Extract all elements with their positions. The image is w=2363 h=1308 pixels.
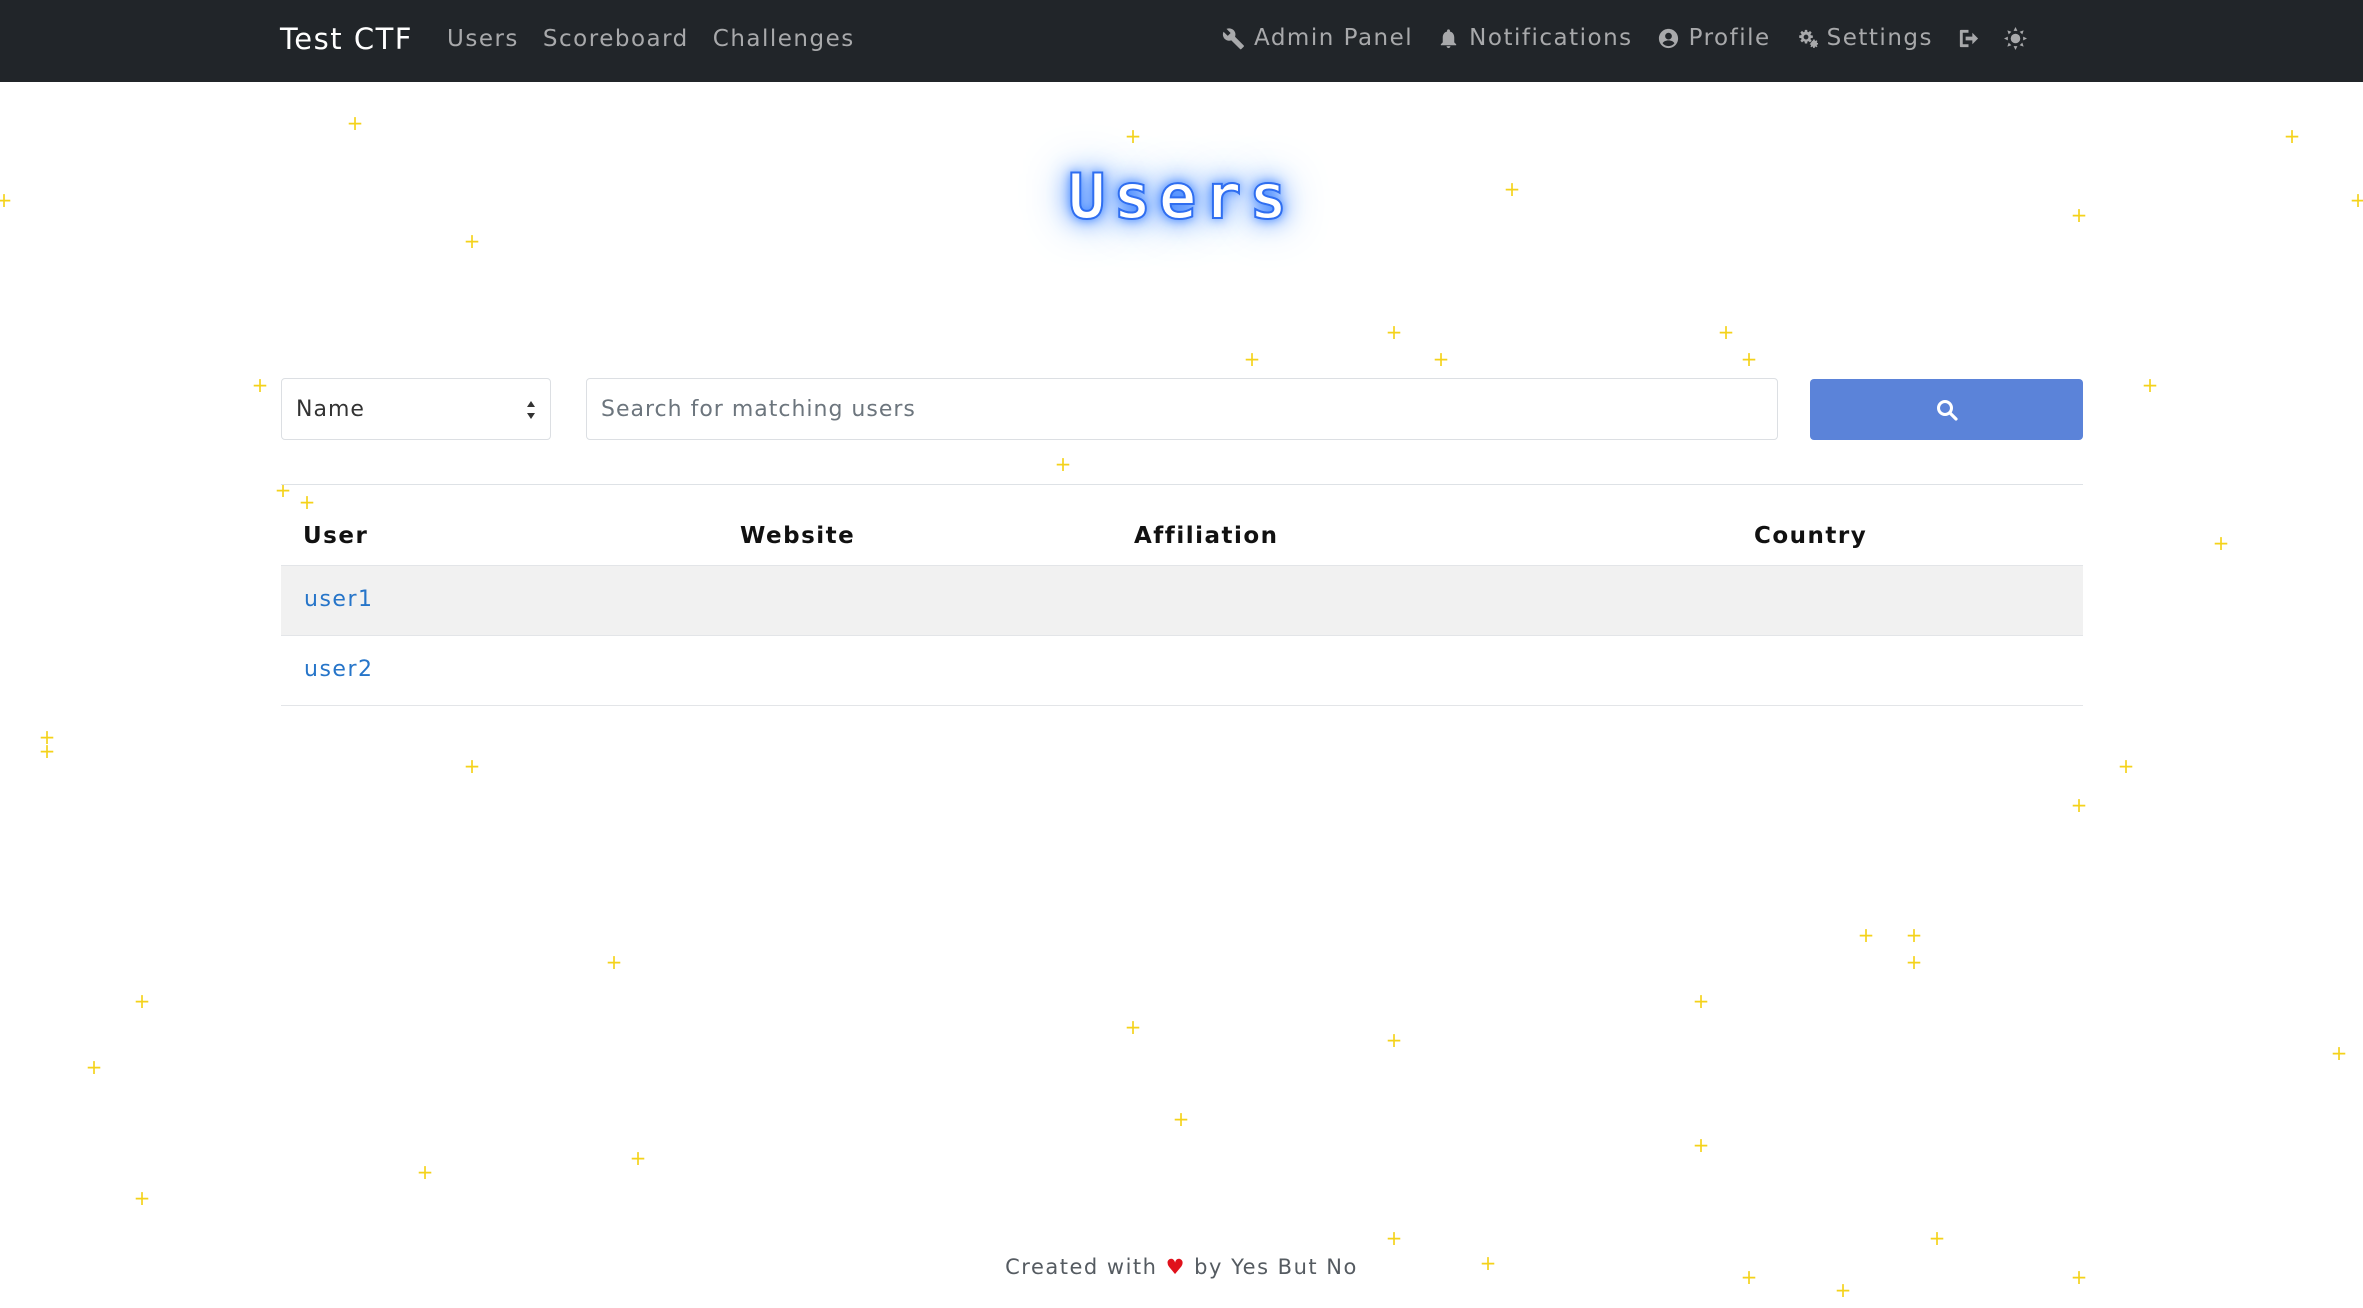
nav-profile-label: Profile <box>1688 25 1771 51</box>
footer-prefix: Created with <box>1005 1255 1158 1279</box>
sparkle-icon: + <box>629 1146 647 1170</box>
sparkle-icon: + <box>1385 1028 1403 1052</box>
sort-caret-icon <box>526 397 536 423</box>
sparkle-icon: + <box>346 111 364 135</box>
nav-notifications-link[interactable]: Notifications <box>1437 25 1632 51</box>
search-input[interactable] <box>586 378 1778 440</box>
sparkle-icon: + <box>1905 923 1923 947</box>
user-link[interactable]: user1 <box>304 587 373 612</box>
sparkle-icon: + <box>2070 793 2088 817</box>
sparkle-icon: + <box>1124 124 1142 148</box>
brand-link[interactable]: Test CTF <box>280 22 413 56</box>
sparkle-icon: + <box>1928 1226 1946 1250</box>
table-row: user1 <box>281 565 2083 635</box>
table-row: user2 <box>281 635 2083 706</box>
user-circle-icon <box>1658 28 1678 48</box>
logout-button[interactable] <box>1957 27 1980 50</box>
sparkle-icon: + <box>38 739 56 763</box>
nav-admin-panel-label: Admin Panel <box>1254 25 1414 51</box>
sparkle-icon: + <box>2283 124 2301 148</box>
header-affiliation: Affiliation <box>1134 523 1279 549</box>
search-field-select[interactable]: Name <box>281 378 551 440</box>
sparkle-icon: + <box>1740 347 1758 371</box>
secondary-nav: Admin Panel Notifications Profile Settin… <box>1222 25 2027 51</box>
footer-suffix: by Yes But No <box>1194 1255 1358 1279</box>
footer-credit: Created with ♥ by Yes But No <box>0 1255 2363 1279</box>
cogs-icon <box>1798 29 1818 48</box>
nav-settings-link[interactable]: Settings <box>1795 25 1933 51</box>
sparkle-icon: + <box>416 1160 434 1184</box>
sun-icon <box>2003 26 2027 50</box>
sparkle-icon: + <box>463 754 481 778</box>
users-table: User Website Affiliation Country user1 u… <box>281 484 2083 706</box>
sign-out-icon <box>1959 29 1979 47</box>
sparkle-icon: + <box>1692 1133 1710 1157</box>
wrench-icon <box>1222 27 1244 49</box>
sparkle-icon: + <box>1857 923 1875 947</box>
sparkle-icon: + <box>1834 1278 1852 1302</box>
sparkle-icon: + <box>2117 754 2135 778</box>
sparkle-icon: + <box>85 1055 103 1079</box>
nav-scoreboard-link[interactable]: Scoreboard <box>543 26 689 52</box>
nav-settings-label: Settings <box>1826 25 1933 51</box>
user-link[interactable]: user2 <box>304 657 373 682</box>
page-title: Users <box>1067 159 1295 234</box>
sparkle-icon: + <box>1243 347 1261 371</box>
sparkle-icon: + <box>133 989 151 1013</box>
sparkle-icon: + <box>133 1186 151 1210</box>
bell-icon <box>1441 28 1457 48</box>
theme-toggle-button[interactable] <box>2003 26 2027 50</box>
sparkle-icon: + <box>1124 1015 1142 1039</box>
sparkle-icon: + <box>1717 320 1735 344</box>
search-field-selected-value: Name <box>296 396 365 422</box>
sparkle-icon: + <box>251 373 269 397</box>
sparkle-icon: + <box>1054 452 1072 476</box>
sparkle-icon: + <box>1385 1226 1403 1250</box>
sparkle-icon: + <box>605 950 623 974</box>
nav-admin-panel-link[interactable]: Admin Panel <box>1222 25 1413 51</box>
search-button[interactable] <box>1810 379 2083 440</box>
header-user: User <box>303 523 369 549</box>
nav-challenges-link[interactable]: Challenges <box>713 26 855 52</box>
sparkle-icon: + <box>463 229 481 253</box>
nav-users-link[interactable]: Users <box>447 26 519 52</box>
table-header: User Website Affiliation Country <box>281 485 2083 565</box>
nav-profile-link[interactable]: Profile <box>1657 25 1771 51</box>
primary-nav: Users Scoreboard Challenges <box>447 26 855 52</box>
top-navbar: Test CTF Users Scoreboard Challenges Adm… <box>0 0 2363 82</box>
sparkle-icon: + <box>2330 1041 2348 1065</box>
heart-icon: ♥ <box>1165 1255 1186 1279</box>
nav-notifications-label: Notifications <box>1469 25 1633 51</box>
header-country: Country <box>1754 523 1868 549</box>
sparkle-icon: + <box>1432 347 1450 371</box>
sparkle-icon: + <box>1692 989 1710 1013</box>
sparkle-icon: + <box>1905 950 1923 974</box>
header-website: Website <box>740 523 856 549</box>
sparkle-icon: + <box>1172 1107 1190 1131</box>
sparkle-icon: + <box>1385 320 1403 344</box>
sparkle-icon: + <box>2141 373 2159 397</box>
search-icon <box>1936 399 1958 421</box>
sparkle-icon: + <box>2212 531 2230 555</box>
